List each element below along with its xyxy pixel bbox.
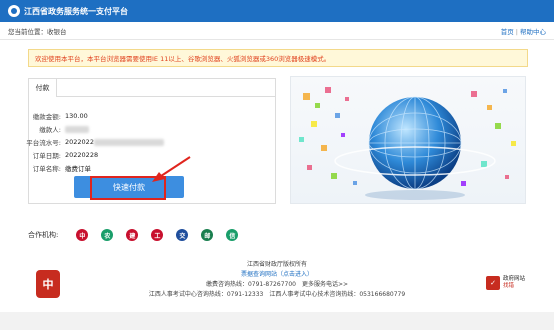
gov-site-error-badge[interactable]: ✓ 政府网站 找错: [486, 276, 525, 290]
partner-banks: 合作机构: 中 农 建 工 交 邮 信: [28, 229, 251, 241]
ticket-query-link[interactable]: 票据查询网站（点击进入）: [0, 270, 554, 280]
breadcrumb: 您当前位置：收银台: [8, 26, 67, 36]
tab-payment[interactable]: 付款: [29, 79, 57, 97]
bcom-icon: 交: [176, 229, 189, 241]
partners-label: 合作机构:: [28, 231, 59, 239]
platform-logo-icon: [8, 5, 20, 17]
tab-bar: 付款: [29, 79, 275, 97]
icbc-icon: 工: [151, 229, 164, 241]
location-bar: 您当前位置：收银台 首页 | 帮助中心: [0, 22, 554, 40]
location-value: 收银台: [47, 27, 67, 36]
bottom-strip: [0, 312, 554, 330]
home-link[interactable]: 首页: [501, 28, 514, 36]
gov-site-find-error: 找错: [503, 283, 515, 289]
field-label: 缴款人:: [39, 126, 61, 134]
field-value: 130.00: [65, 112, 88, 120]
gov-site-label: 政府网站: [503, 276, 526, 282]
help-center-link[interactable]: 帮助中心: [520, 28, 546, 36]
top-links: 首页 | 帮助中心: [500, 27, 546, 36]
footer: 江西省财政厅版权所有 票据查询网站（点击进入） 缴费咨询热线：0791-8726…: [0, 260, 554, 310]
field-label: 订单日期:: [32, 152, 61, 160]
field-label: 平台流水号:: [26, 139, 61, 147]
field-payer: 缴款人:: [0, 124, 89, 134]
boc-icon: 中: [76, 229, 89, 241]
ccb-icon: 建: [126, 229, 139, 241]
field-value: [65, 125, 89, 133]
field-label: 缴款金额:: [32, 113, 61, 121]
platform-title: 江西省政务服务统一支付平台: [24, 6, 128, 16]
rcb-icon: 信: [226, 229, 239, 241]
browser-notice: 欢迎使用本平台，本平台浏览器需要使用IE 11以上、谷歌浏览器、火狐浏览器或36…: [28, 49, 528, 67]
globe-icon: [299, 87, 516, 200]
agri-icon: 农: [101, 229, 114, 241]
field-label: 订单名称:: [32, 165, 61, 173]
post-icon: 邮: [201, 229, 214, 241]
notice-text: 欢迎使用本平台，本平台浏览器需要使用IE 11以上、谷歌浏览器、火狐浏览器或36…: [35, 55, 331, 63]
annotation-arrow-icon: [152, 156, 191, 182]
gov-site-icon: ✓: [486, 276, 500, 290]
field-serial: 平台流水号: 2022022: [0, 137, 164, 147]
field-value: 2022022: [65, 138, 164, 146]
globe-banner-image: [290, 76, 526, 204]
field-value: 缴费订单: [65, 165, 91, 173]
hotline-text: 缴费咨询热线：0791-87267700 更多服务电话>>: [205, 281, 349, 288]
top-bar: 江西省政务服务统一支付平台: [0, 0, 554, 22]
field-order-date: 订单日期: 20220228: [0, 150, 98, 160]
field-amount: 缴款金额: 130.00: [0, 111, 88, 121]
field-value: 20220228: [65, 151, 99, 159]
copyright-text: 江西省财政厅版权所有: [246, 261, 307, 268]
exam-hotline-text: 江西人事考试中心咨询热线：0791-12333 江西人事考试中心技术咨询热线：0…: [148, 291, 406, 298]
location-label: 您当前位置：: [8, 27, 47, 36]
field-order-name: 订单名称: 缴费订单: [0, 163, 91, 173]
